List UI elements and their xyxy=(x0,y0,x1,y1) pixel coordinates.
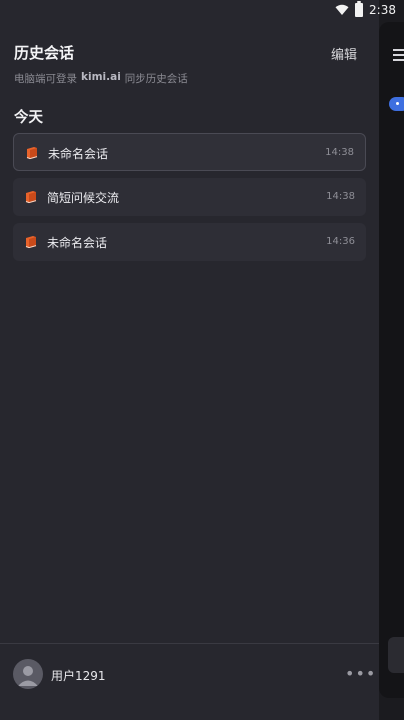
main-panel-edge xyxy=(379,22,404,698)
status-bar: 2:38 xyxy=(0,0,404,22)
new-chat-indicator xyxy=(389,97,404,111)
chat-list: 未命名会话 14:38 简短问候交流 14:38 未命名会话 14:36 xyxy=(13,133,366,268)
battery-icon xyxy=(355,1,364,17)
menu-icon[interactable] xyxy=(393,49,404,64)
history-drawer: 历史会话 编辑 电脑端可登录 kimi.ai 同步历史会话 今天 未命名会话 1… xyxy=(0,0,379,720)
chat-title: 未命名会话 xyxy=(47,236,108,250)
chat-time: 14:36 xyxy=(326,236,355,247)
chat-time: 14:38 xyxy=(326,191,355,202)
status-time: 2:38 xyxy=(369,3,396,17)
drawer-header: 历史会话 编辑 xyxy=(14,42,357,64)
book-icon xyxy=(24,189,38,204)
status-right: 2:38 xyxy=(335,1,396,17)
avatar-icon xyxy=(18,666,38,686)
sync-prefix: 电脑端可登录 xyxy=(14,73,77,85)
message-input-edge[interactable] xyxy=(388,637,404,673)
chat-item[interactable]: 未命名会话 14:38 xyxy=(13,133,366,171)
wifi-icon xyxy=(335,4,349,16)
chat-item[interactable]: 简短问候交流 14:38 xyxy=(13,178,366,216)
more-icon[interactable]: ••• xyxy=(345,664,376,683)
section-heading-today: 今天 xyxy=(14,110,43,126)
edit-button[interactable]: 编辑 xyxy=(331,44,357,63)
avatar[interactable] xyxy=(13,659,43,689)
sync-suffix: 同步历史会话 xyxy=(124,73,188,85)
chat-title: 未命名会话 xyxy=(48,147,109,161)
book-icon xyxy=(24,234,38,249)
sync-site-link[interactable]: kimi.ai xyxy=(81,71,121,86)
page-title: 历史会话 xyxy=(14,44,75,62)
book-icon xyxy=(25,145,39,160)
footer-divider xyxy=(0,643,379,644)
chat-title: 简短问候交流 xyxy=(47,191,120,205)
chat-time: 14:38 xyxy=(325,147,354,158)
username[interactable]: 用户1291 xyxy=(51,667,106,684)
chat-item[interactable]: 未命名会话 14:36 xyxy=(13,223,366,261)
sync-hint: 电脑端可登录 kimi.ai 同步历史会话 xyxy=(14,71,188,86)
main-content-edge[interactable] xyxy=(379,0,404,720)
